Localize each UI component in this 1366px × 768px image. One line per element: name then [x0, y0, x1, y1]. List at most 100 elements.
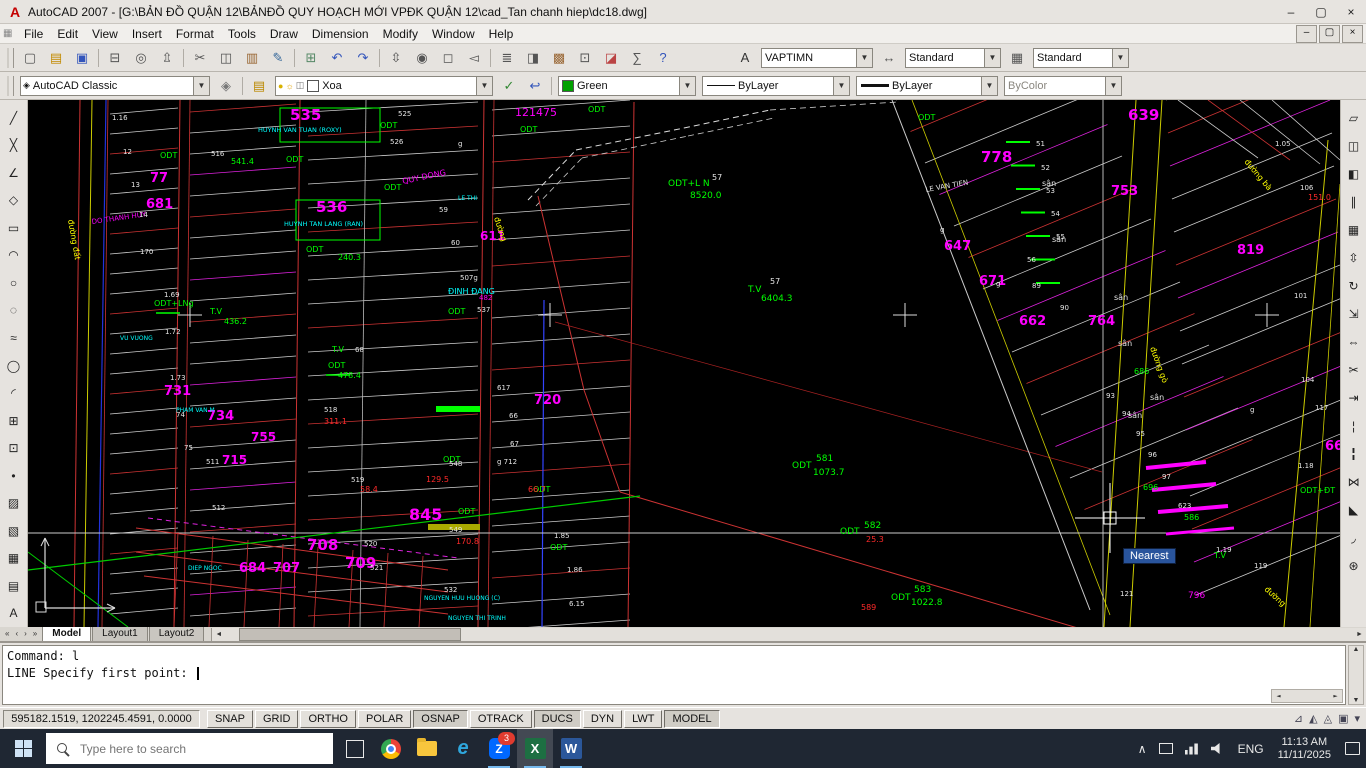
modify-move[interactable]: ⇳: [1342, 245, 1366, 271]
toolbar-zoom-window[interactable]: ◻: [436, 46, 460, 70]
menu-insert[interactable]: Insert: [125, 24, 169, 44]
chevron-down-icon[interactable]: ▼: [1105, 77, 1121, 95]
layer-combo[interactable]: ● ☼ ◫ Xoa ▼: [275, 76, 493, 96]
modify-break[interactable]: ╏: [1342, 441, 1366, 467]
doc-minimize-button[interactable]: –: [1296, 25, 1317, 43]
tab-first-icon[interactable]: «: [2, 627, 12, 641]
toolbar-cut[interactable]: ✂: [188, 46, 212, 70]
taskbar-chrome[interactable]: [373, 729, 409, 768]
linetype-combo[interactable]: ByLayer ▼: [702, 76, 850, 96]
taskbar-task-view[interactable]: [337, 729, 373, 768]
toolbar-zoom-previous[interactable]: ◅: [462, 46, 486, 70]
menu-window[interactable]: Window: [425, 24, 482, 44]
toolbar-new[interactable]: ▢: [18, 46, 42, 70]
layer-previous-icon[interactable]: ↩: [523, 74, 547, 98]
menu-modify[interactable]: Modify: [376, 24, 425, 44]
tray-chevron-icon[interactable]: ∧: [1132, 729, 1153, 768]
draw-rectangle[interactable]: ▭: [2, 215, 26, 241]
chevron-down-icon[interactable]: ▼: [193, 77, 209, 95]
toolbar-pan[interactable]: ⇳: [384, 46, 408, 70]
start-button[interactable]: [0, 729, 46, 768]
menu-draw[interactable]: Draw: [263, 24, 305, 44]
draw-ellipse[interactable]: ◯: [2, 353, 26, 379]
modify-array[interactable]: ▦: [1342, 217, 1366, 243]
draw-hatch[interactable]: ▨: [2, 490, 26, 516]
draw-multiline-text[interactable]: A: [2, 601, 26, 627]
language-indicator[interactable]: ENG: [1232, 729, 1270, 768]
toggle-lwt[interactable]: LWT: [624, 710, 662, 728]
annotation-scale-icon[interactable]: ⊿: [1294, 712, 1303, 725]
doc-restore-button[interactable]: ▢: [1319, 25, 1340, 43]
toolbar-paste[interactable]: ▥: [240, 46, 264, 70]
menu-help[interactable]: Help: [482, 24, 521, 44]
taskbar-edge[interactable]: e: [445, 729, 481, 768]
draw-point[interactable]: •: [2, 463, 26, 489]
text-style-combo[interactable]: VAPTIMN ▼: [761, 48, 873, 68]
layer-on-bulb-icon[interactable]: ●: [278, 81, 283, 91]
toolbar-help[interactable]: ?: [651, 46, 675, 70]
taskbar-excel[interactable]: X: [517, 729, 553, 768]
modify-rotate[interactable]: ↻: [1342, 273, 1366, 299]
draw-region[interactable]: ▦: [2, 546, 26, 572]
tab-next-icon[interactable]: ›: [21, 627, 30, 641]
toolbar-open[interactable]: ▤: [44, 46, 68, 70]
make-object-layer-current-icon[interactable]: ✓: [497, 74, 521, 98]
toolbar-markup-set-manager[interactable]: ◪: [599, 46, 623, 70]
annotation-visibility-icon[interactable]: ◭: [1309, 712, 1317, 725]
toolbar-tool-palettes[interactable]: ▩: [547, 46, 571, 70]
close-button[interactable]: ×: [1336, 1, 1366, 23]
scroll-right-icon[interactable]: ►: [1329, 692, 1342, 700]
toolbar-save[interactable]: ▣: [70, 46, 94, 70]
chevron-down-icon[interactable]: ▼: [833, 77, 849, 95]
toggle-model[interactable]: MODEL: [664, 710, 719, 728]
taskbar-word[interactable]: W: [553, 729, 589, 768]
scroll-right-icon[interactable]: ►: [1353, 631, 1366, 638]
toggle-otrack[interactable]: OTRACK: [470, 710, 532, 728]
modify-offset[interactable]: ∥: [1342, 189, 1366, 215]
tab-layout1[interactable]: Layout1: [92, 626, 148, 641]
toggle-grid[interactable]: GRID: [255, 710, 299, 728]
draw-spline[interactable]: ≈: [2, 325, 26, 351]
toolbar-publish[interactable]: ⇫: [155, 46, 179, 70]
restore-button[interactable]: ▢: [1306, 1, 1336, 23]
modify-explode[interactable]: ⊛: [1342, 553, 1366, 579]
layer-lock-icon[interactable]: ◫: [296, 80, 305, 91]
menu-file[interactable]: File: [17, 24, 50, 44]
toolbar-zoom-realtime[interactable]: ◉: [410, 46, 434, 70]
modify-extend[interactable]: ⇥: [1342, 385, 1366, 411]
doc-close-button[interactable]: ×: [1342, 25, 1363, 43]
toggle-ducs[interactable]: DUCS: [534, 710, 581, 728]
command-text-area[interactable]: Command: l LINE Specify first point: ◄ ►: [2, 645, 1346, 705]
horizontal-scrollbar[interactable]: ◄ ►: [211, 628, 1366, 641]
menu-view[interactable]: View: [85, 24, 125, 44]
modify-copy[interactable]: ◫: [1342, 133, 1366, 159]
minimize-button[interactable]: –: [1276, 1, 1306, 23]
text-style-icon[interactable]: A: [733, 46, 757, 70]
toolbar-quickcalc[interactable]: ∑: [625, 46, 649, 70]
network-icon[interactable]: [1179, 729, 1205, 768]
workspace-combo[interactable]: ◈ AutoCAD Classic ▼: [20, 76, 210, 96]
dim-style-combo[interactable]: Standard ▼: [905, 48, 1001, 68]
toolbar-plot-preview[interactable]: ◎: [129, 46, 153, 70]
taskbar-clock[interactable]: 11:13 AM 11/11/2025: [1270, 736, 1339, 762]
toggle-osnap[interactable]: OSNAP: [413, 710, 468, 728]
draw-ellipse-arc[interactable]: ◜: [2, 380, 26, 406]
modify-erase[interactable]: ▱: [1342, 105, 1366, 131]
toolbar-redo[interactable]: ↷: [351, 46, 375, 70]
draw-circle[interactable]: ○: [2, 270, 26, 296]
toolbar-match-properties[interactable]: ✎: [266, 46, 290, 70]
tray-monitor-icon[interactable]: [1153, 729, 1179, 768]
modify-stretch[interactable]: ⇔: [1342, 329, 1366, 355]
command-hscrollbar[interactable]: ◄ ►: [1271, 689, 1343, 703]
layer-properties-icon[interactable]: ▤: [247, 74, 271, 98]
chevron-down-icon[interactable]: ▼: [981, 77, 997, 95]
command-vscrollbar[interactable]: ▲ ▼: [1348, 645, 1364, 705]
search-input[interactable]: [78, 741, 333, 757]
draw-construction-line[interactable]: ╳: [2, 133, 26, 159]
toolbar-sheetset-manager[interactable]: ⊡: [573, 46, 597, 70]
draw-gradient[interactable]: ▧: [2, 518, 26, 544]
toggle-ortho[interactable]: ORTHO: [300, 710, 356, 728]
toggle-snap[interactable]: SNAP: [207, 710, 253, 728]
toolbar-grip[interactable]: [7, 48, 14, 68]
chevron-down-icon[interactable]: ▼: [1112, 49, 1128, 67]
